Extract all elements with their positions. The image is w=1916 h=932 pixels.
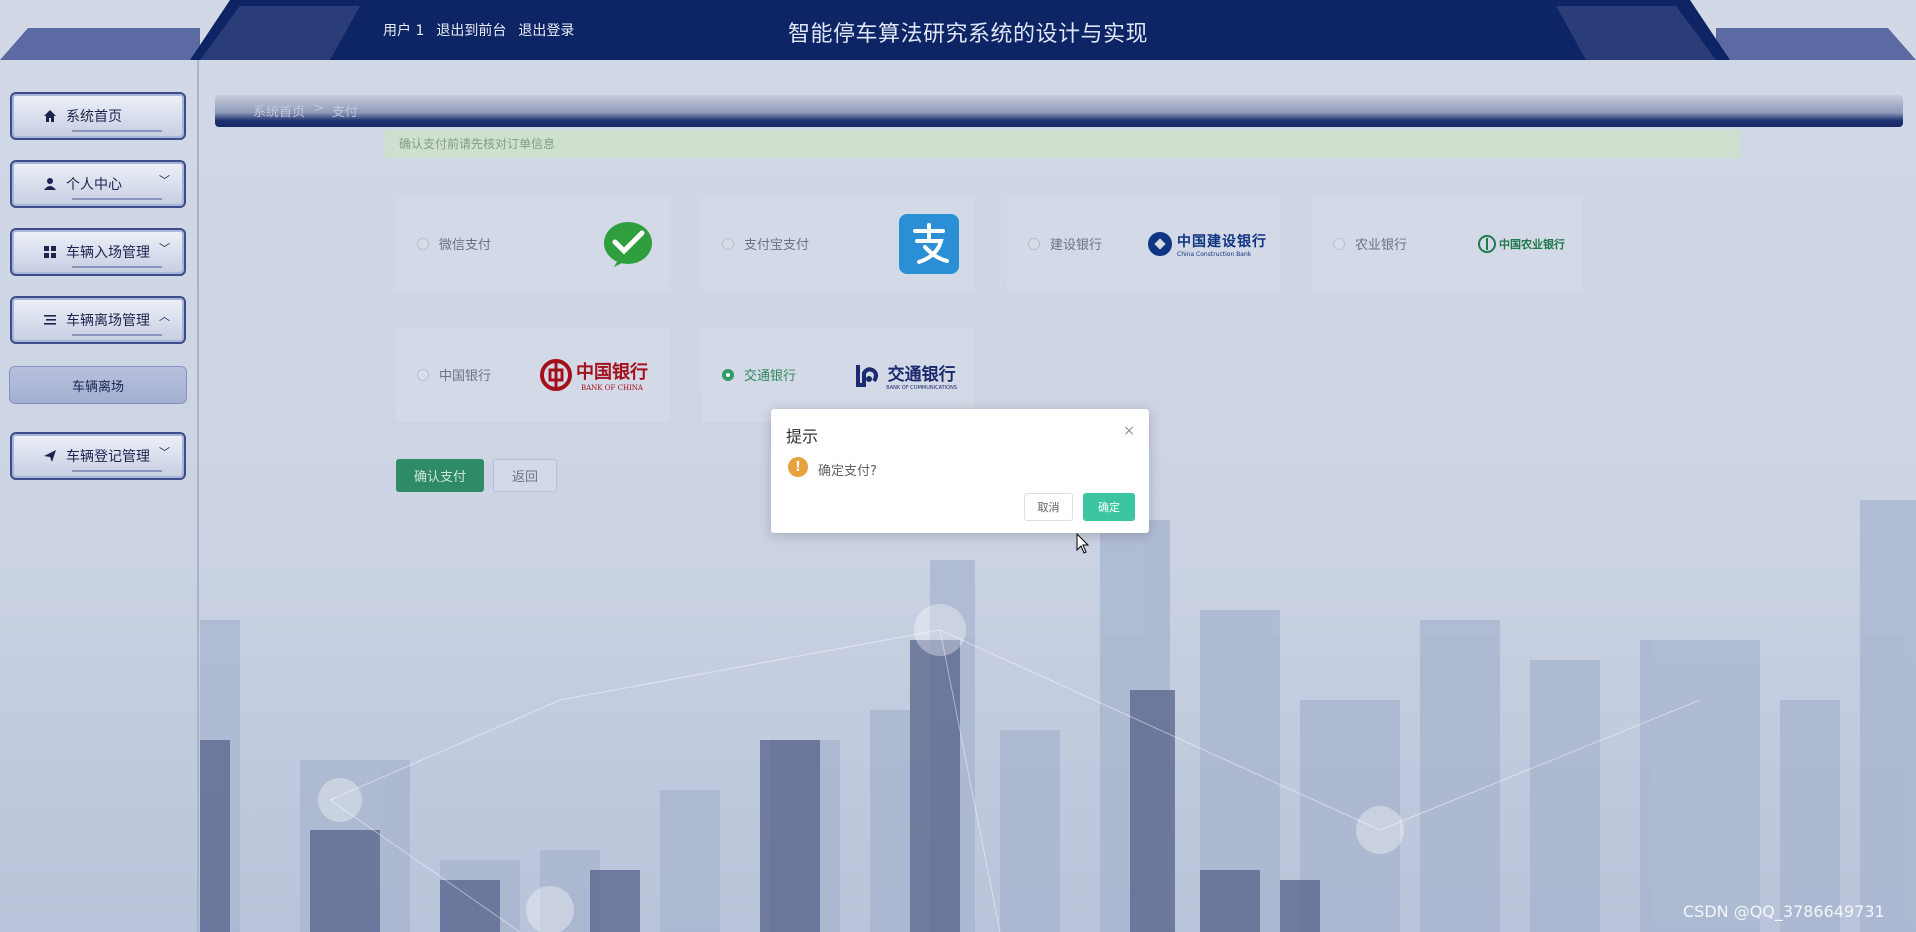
radio-button[interactable] [722, 237, 734, 250]
send-icon [42, 448, 58, 464]
user-links: 用户 1 退出到前台 退出登录 [383, 20, 574, 40]
divider [72, 198, 162, 200]
breadcrumb-separator: > [313, 101, 324, 116]
sidebar: 系统首页 个人中心 ﹀ 车辆入场管理 ﹀ 车辆离场管理 ︿ 车辆离场 车辆登记管… [0, 60, 197, 932]
payment-name: 中国银行 [439, 369, 492, 384]
sidebar-item-home[interactable]: 系统首页 [10, 92, 186, 140]
sidebar-item-label: 车辆登记管理 [66, 449, 150, 465]
sidebar-item-label: 车辆离场管理 [66, 313, 150, 329]
bocom-logo: 交通银行 BANK OF COMMUNICATIONS [854, 346, 957, 404]
abc-logo: 中国农业银行 [1478, 215, 1565, 273]
boc-logo-text: 中国银行 [576, 362, 648, 383]
radio-button[interactable] [1028, 237, 1040, 250]
list-icon [42, 312, 58, 328]
payment-option-boc[interactable]: 中国银行 中国银行 BANK OF CHINA [396, 327, 669, 422]
ccb-logo: 中国建设银行 China Construction Bank [1147, 215, 1267, 273]
exit-to-front-link[interactable]: 退出到前台 [436, 20, 506, 40]
chevron-down-icon: ﹀ [159, 242, 170, 255]
warning-icon: ! [788, 457, 808, 477]
sidebar-item-vehicle-register[interactable]: 车辆登记管理 ﹀ [10, 432, 186, 480]
radio-button[interactable] [417, 368, 429, 381]
boc-logo-subtext: BANK OF CHINA [580, 384, 643, 392]
breadcrumb-home[interactable]: 系统首页 [253, 101, 305, 120]
payment-option-alipay[interactable]: 支付宝支付 [701, 196, 974, 291]
wechat-pay-logo [602, 215, 654, 273]
dialog-message: 确定支付? [818, 464, 877, 479]
radio-button-selected[interactable] [722, 368, 734, 381]
breadcrumb: 系统首页 > 支付 [253, 101, 358, 120]
site-title: 智能停车算法研究系统的设计与实现 [788, 22, 1149, 47]
chevron-up-icon: ︿ [159, 310, 170, 323]
home-icon [42, 108, 58, 124]
close-icon[interactable]: × [1123, 423, 1135, 439]
bocom-logo-text: 交通银行 [887, 364, 956, 385]
chevron-down-icon: ﹀ [159, 174, 170, 187]
divider [72, 266, 162, 268]
logout-link[interactable]: 退出登录 [518, 20, 574, 40]
sidebar-item-label: 个人中心 [66, 177, 122, 193]
abc-logo-text: 中国农业银行 [1499, 238, 1565, 251]
sidebar-divider [197, 60, 199, 932]
boc-logo: 中国银行 BANK OF CHINA [540, 346, 648, 404]
chevron-down-icon: ﹀ [159, 446, 170, 459]
alipay-logo [899, 214, 959, 274]
payment-name: 微信支付 [439, 238, 492, 253]
user-name: 用户 1 [383, 23, 425, 39]
bocom-logo-subtext: BANK OF COMMUNICATIONS [886, 384, 957, 391]
mouse-cursor-icon [1076, 533, 1090, 554]
payment-name: 支付宝支付 [744, 238, 810, 253]
ccb-logo-subtext: China Construction Bank [1177, 250, 1252, 258]
payment-name: 农业银行 [1355, 238, 1408, 253]
tip-alert: 确认支付前请先核对订单信息 [385, 130, 1740, 158]
payment-option-bocom[interactable]: 交通银行 交通银行 BANK OF COMMUNICATIONS [701, 327, 974, 422]
top-header: 用户 1 退出到前台 退出登录 智能停车算法研究系统的设计与实现 [0, 0, 1916, 60]
watermark: CSDN @QQ_3786649731 [1683, 902, 1885, 921]
divider [72, 334, 162, 336]
divider [72, 130, 162, 132]
payment-option-ccb[interactable]: 建设银行 中国建设银行 China Construction Bank [1007, 196, 1280, 291]
divider [72, 470, 162, 472]
grid-icon [42, 244, 58, 260]
dialog-ok-button[interactable]: 确定 [1083, 493, 1135, 521]
payment-option-wechat[interactable]: 微信支付 [396, 196, 669, 291]
payment-name: 建设银行 [1050, 238, 1103, 253]
ccb-logo-text: 中国建设银行 [1177, 233, 1267, 250]
radio-button[interactable] [1333, 237, 1345, 250]
sidebar-item-vehicle-entry[interactable]: 车辆入场管理 ﹀ [10, 228, 186, 276]
radio-button[interactable] [417, 237, 429, 250]
sidebar-item-vehicle-exit[interactable]: 车辆离场管理 ︿ [10, 296, 186, 344]
user-icon [42, 176, 58, 192]
sidebar-subitem-vehicle-exit[interactable]: 车辆离场 [9, 366, 187, 404]
sidebar-item-label: 车辆入场管理 [66, 245, 150, 261]
breadcrumb-bar: 系统首页 > 支付 [215, 95, 1903, 127]
sidebar-item-label: 系统首页 [66, 109, 122, 125]
payment-option-abc[interactable]: 农业银行 中国农业银行 [1312, 196, 1582, 291]
breadcrumb-current: 支付 [331, 105, 358, 120]
back-button[interactable]: 返回 [493, 459, 557, 492]
dialog-cancel-button[interactable]: 取消 [1024, 493, 1073, 521]
sidebar-item-profile[interactable]: 个人中心 ﹀ [10, 160, 186, 208]
payment-name: 交通银行 [744, 369, 797, 384]
confirm-dialog: 提示 × ! 确定支付? 取消 确定 [771, 409, 1149, 533]
confirm-payment-button[interactable]: 确认支付 [396, 459, 484, 492]
dialog-title: 提示 [786, 427, 819, 446]
